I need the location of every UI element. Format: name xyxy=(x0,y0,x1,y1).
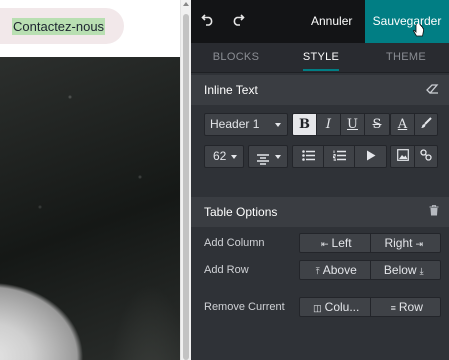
link-icon[interactable] xyxy=(415,146,437,167)
bold-button[interactable]: B xyxy=(293,114,317,135)
photo-texture xyxy=(0,57,180,360)
table-options-title: Table Options xyxy=(204,205,278,219)
panel-tabs: BLOCKS STYLE THEME xyxy=(191,43,449,73)
font-color-button[interactable]: A xyxy=(391,114,415,135)
hand-cursor-icon xyxy=(413,24,424,37)
add-column-left-button[interactable]: ⇤ Left xyxy=(300,234,371,252)
hero-photo[interactable] xyxy=(0,57,180,360)
play-icon[interactable] xyxy=(355,146,386,167)
arrow-up-bar-icon: ⤒ xyxy=(315,266,320,276)
scroll-thumb[interactable] xyxy=(183,14,189,360)
remove-row-label: Row xyxy=(398,300,423,314)
add-row-below-button[interactable]: Below ⤓ xyxy=(370,261,440,279)
remove-column-button[interactable]: ◫ Colu... xyxy=(300,298,371,316)
heading-select-value: Header 1 xyxy=(210,117,260,131)
italic-button[interactable]: I xyxy=(317,114,341,135)
row-icon: ≡ xyxy=(390,303,396,313)
scroll-up-icon[interactable] xyxy=(183,2,189,6)
image-icon[interactable] xyxy=(391,146,415,167)
remove-column-label: Colu... xyxy=(324,300,360,314)
color-group: A xyxy=(390,113,438,136)
underline-button[interactable]: U xyxy=(341,114,365,135)
add-row-buttons: ⤒ Above Below ⤓ xyxy=(299,260,441,280)
remove-row-button[interactable]: ≡ Row xyxy=(370,298,440,316)
tab-blocks[interactable]: BLOCKS xyxy=(207,43,265,73)
trash-icon[interactable] xyxy=(429,197,439,227)
table-options-header: Table Options xyxy=(191,197,449,227)
align-select[interactable] xyxy=(248,145,288,168)
add-column-right-button[interactable]: Right ⇥ xyxy=(370,234,440,252)
arrow-right-bar-icon: ⇥ xyxy=(415,239,424,249)
editor-panel: Annuler Sauvegarder BLOCKS STYLE THEME I… xyxy=(191,0,449,360)
undo-icon[interactable] xyxy=(199,12,217,30)
save-button[interactable]: Sauvegarder xyxy=(365,0,449,43)
website-preview: Contactez-nous xyxy=(0,0,180,360)
arrow-left-bar-icon: ⇤ xyxy=(320,239,329,249)
bullet-list-icon[interactable] xyxy=(293,146,324,167)
numbered-list-icon[interactable] xyxy=(324,146,355,167)
eraser-icon[interactable] xyxy=(426,75,439,105)
add-column-left-label: Left xyxy=(331,236,352,250)
inline-text-header: Inline Text xyxy=(191,75,449,105)
heading-select[interactable]: Header 1 xyxy=(204,113,288,136)
redo-icon[interactable] xyxy=(229,12,247,30)
add-column-right-label: Right xyxy=(384,236,413,250)
cancel-button[interactable]: Annuler xyxy=(305,0,358,43)
paint-brush-icon[interactable] xyxy=(415,114,437,135)
add-row-below-label: Below xyxy=(383,263,417,277)
list-group xyxy=(292,145,387,168)
add-row-label: Add Row xyxy=(204,264,249,276)
strikethrough-button[interactable]: S xyxy=(365,114,389,135)
align-center-icon xyxy=(257,151,269,172)
font-size-value: 62 xyxy=(213,149,227,163)
preview-scrollbar[interactable] xyxy=(180,0,191,360)
tab-theme[interactable]: THEME xyxy=(379,43,433,73)
add-column-label: Add Column xyxy=(204,237,265,249)
inline-text-title: Inline Text xyxy=(204,83,258,97)
add-row-above-label: Above xyxy=(322,263,357,277)
remove-current-label: Remove Current xyxy=(204,301,285,313)
add-column-buttons: ⇤ Left Right ⇥ xyxy=(299,233,441,253)
tab-style[interactable]: STYLE xyxy=(297,43,345,73)
font-size-select[interactable]: 62 xyxy=(204,145,244,168)
media-group xyxy=(390,145,438,168)
cta-button-text[interactable]: Contactez-nous xyxy=(12,18,106,35)
editor-topbar: Annuler Sauvegarder xyxy=(191,0,449,43)
column-icon: ◫ xyxy=(313,303,322,313)
add-row-above-button[interactable]: ⤒ Above xyxy=(300,261,371,279)
text-format-group: B I U S xyxy=(292,113,390,136)
arrow-down-bar-icon: ⤓ xyxy=(419,266,424,276)
remove-current-buttons: ◫ Colu... ≡ Row xyxy=(299,297,441,317)
